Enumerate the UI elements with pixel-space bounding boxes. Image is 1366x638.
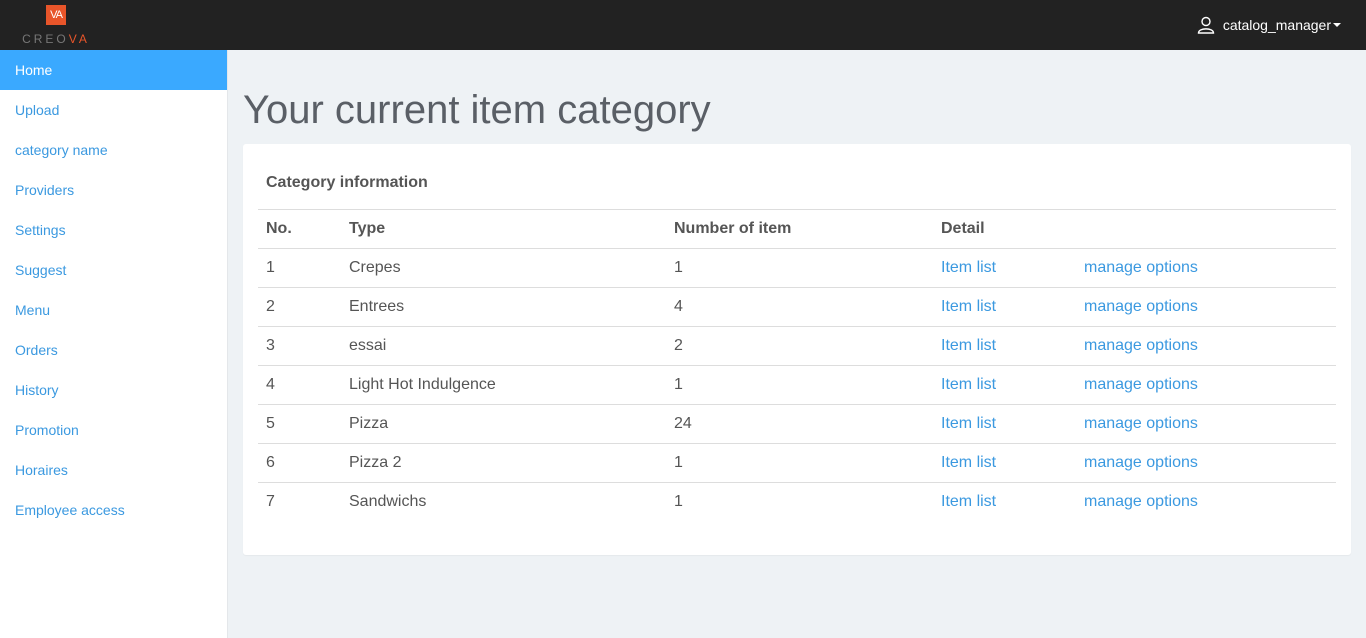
cell-manage-options: manage options xyxy=(1076,404,1336,444)
manage-options-link[interactable]: manage options xyxy=(1084,337,1198,354)
username-label: catalog_manager xyxy=(1222,17,1331,33)
column-header-count: Number of item xyxy=(666,209,933,249)
cell-count: 1 xyxy=(666,482,933,522)
cell-item-list: Item list xyxy=(933,365,1076,405)
manage-options-link[interactable]: manage options xyxy=(1084,298,1198,315)
sidebar-item-home[interactable]: Home xyxy=(0,50,227,90)
category-card: Category information No. Type Number of … xyxy=(243,144,1351,555)
table-row: 3 essai 2 Item list manage options xyxy=(258,326,1336,366)
table-row: 5 Pizza 24 Item list manage options xyxy=(258,404,1336,444)
sidebar-item-history[interactable]: History xyxy=(0,370,227,410)
card-title: Category information xyxy=(266,174,428,191)
manage-options-link[interactable]: manage options xyxy=(1084,493,1198,510)
cell-no: 7 xyxy=(258,482,341,522)
cell-type: Sandwichs xyxy=(341,482,666,522)
cell-item-list: Item list xyxy=(933,287,1076,327)
cell-type: Entrees xyxy=(341,287,666,327)
cell-item-list: Item list xyxy=(933,404,1076,444)
cell-type: Pizza 2 xyxy=(341,443,666,483)
cell-type: Crepes xyxy=(341,248,666,288)
sidebar-item-horaires[interactable]: Horaires xyxy=(0,450,227,490)
sidebar-item-settings[interactable]: Settings xyxy=(0,210,227,250)
manage-options-link[interactable]: manage options xyxy=(1084,376,1198,393)
sidebar-item-suggest[interactable]: Suggest xyxy=(0,250,227,290)
logo-wordmark: CREOVA xyxy=(20,32,92,46)
item-list-link[interactable]: Item list xyxy=(941,493,996,510)
caret-down-icon xyxy=(1333,23,1341,27)
cell-no: 4 xyxy=(258,365,341,405)
table-row: 2 Entrees 4 Item list manage options xyxy=(258,287,1336,327)
table-row: 1 Crepes 1 Item list manage options xyxy=(258,248,1336,288)
item-list-link[interactable]: Item list xyxy=(941,415,996,432)
item-list-link[interactable]: Item list xyxy=(941,298,996,315)
column-header-detail: Detail xyxy=(933,209,1076,249)
table-row: 4 Light Hot Indulgence 1 Item list manag… xyxy=(258,365,1336,405)
cell-manage-options: manage options xyxy=(1076,365,1336,405)
sidebar-item-orders[interactable]: Orders xyxy=(0,330,227,370)
cell-no: 2 xyxy=(258,287,341,327)
sidebar-item-category-name[interactable]: category name xyxy=(0,130,227,170)
logo-wordmark-accent: VA xyxy=(68,32,90,46)
cell-item-list: Item list xyxy=(933,482,1076,522)
top-navbar: VA CREOVA catalog_manager xyxy=(0,0,1366,50)
cell-no: 6 xyxy=(258,443,341,483)
cell-item-list: Item list xyxy=(933,443,1076,483)
cell-count: 4 xyxy=(666,287,933,327)
sidebar: Home Upload category name Providers Sett… xyxy=(0,50,228,638)
item-list-link[interactable]: Item list xyxy=(941,376,996,393)
creova-logo[interactable]: VA CREOVA xyxy=(20,5,92,47)
cell-type: Pizza xyxy=(341,404,666,444)
cell-count: 1 xyxy=(666,248,933,288)
item-list-link[interactable]: Item list xyxy=(941,259,996,276)
column-header-type: Type xyxy=(341,209,666,249)
user-icon xyxy=(1197,16,1215,34)
logo-mark: VA xyxy=(46,5,66,25)
cell-type: Light Hot Indulgence xyxy=(341,365,666,405)
table-header-row: No. Type Number of item Detail xyxy=(258,209,1336,249)
cell-count: 2 xyxy=(666,326,933,366)
item-list-link[interactable]: Item list xyxy=(941,454,996,471)
cell-item-list: Item list xyxy=(933,248,1076,288)
sidebar-item-providers[interactable]: Providers xyxy=(0,170,227,210)
sidebar-item-upload[interactable]: Upload xyxy=(0,90,227,130)
sidebar-item-promotion[interactable]: Promotion xyxy=(0,410,227,450)
manage-options-link[interactable]: manage options xyxy=(1084,415,1198,432)
cell-no: 5 xyxy=(258,404,341,444)
cell-type: essai xyxy=(341,326,666,366)
cell-no: 1 xyxy=(258,248,341,288)
column-header-empty xyxy=(1076,209,1336,249)
cell-manage-options: manage options xyxy=(1076,248,1336,288)
manage-options-link[interactable]: manage options xyxy=(1084,259,1198,276)
cell-count: 1 xyxy=(666,365,933,405)
table-row: 7 Sandwichs 1 Item list manage options xyxy=(258,482,1336,522)
cell-count: 1 xyxy=(666,443,933,483)
cell-manage-options: manage options xyxy=(1076,482,1336,522)
item-list-link[interactable]: Item list xyxy=(941,337,996,354)
column-header-no: No. xyxy=(258,209,341,249)
cell-manage-options: manage options xyxy=(1076,443,1336,483)
user-menu-dropdown[interactable]: catalog_manager xyxy=(1197,14,1341,36)
page-title: Your current item category xyxy=(243,88,711,132)
cell-count: 24 xyxy=(666,404,933,444)
category-table: No. Type Number of item Detail 1 Crepes … xyxy=(258,209,1336,522)
sidebar-item-employee-access[interactable]: Employee access xyxy=(0,490,227,530)
logo-wordmark-start: CREO xyxy=(22,32,69,46)
cell-no: 3 xyxy=(258,326,341,366)
cell-manage-options: manage options xyxy=(1076,287,1336,327)
table-row: 6 Pizza 2 1 Item list manage options xyxy=(258,443,1336,483)
cell-item-list: Item list xyxy=(933,326,1076,366)
manage-options-link[interactable]: manage options xyxy=(1084,454,1198,471)
sidebar-item-menu[interactable]: Menu xyxy=(0,290,227,330)
cell-manage-options: manage options xyxy=(1076,326,1336,366)
